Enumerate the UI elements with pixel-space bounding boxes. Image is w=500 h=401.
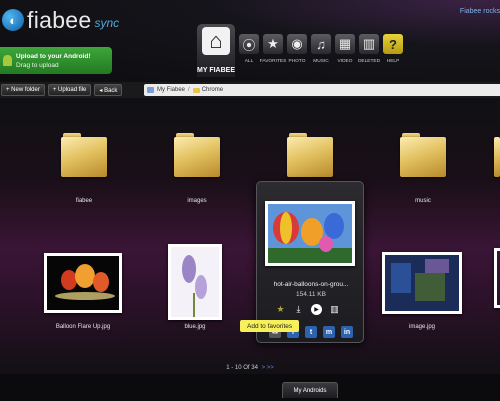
nav-home-button[interactable]: ⌂ MY FIABEE (197, 24, 235, 77)
file-actions: ★ ⤓ ▶ ▥ (275, 304, 347, 315)
folder-images[interactable] (174, 133, 220, 177)
file-thumb-hot-air-balloons[interactable] (265, 201, 355, 266)
lavender-image (171, 247, 219, 317)
nav-item-label: MUSIC (313, 59, 329, 64)
my-androids-tab[interactable]: My Androids (282, 382, 338, 398)
folder-icon (494, 137, 500, 177)
file-thumb-blue[interactable] (168, 244, 222, 320)
nav-item-photo[interactable]: ◉ PHOTO (286, 24, 308, 64)
file-size: 154.11 KB (296, 291, 326, 298)
header: ◐ fiabee sync Fiabee rocks Upload to you… (0, 0, 500, 82)
file-label: image.jpg (408, 324, 435, 330)
upload-subtitle: Drag to upload (16, 61, 59, 69)
linkedin-share-icon[interactable]: in (341, 326, 353, 338)
upload-file-button[interactable]: + Upload file (47, 84, 92, 96)
toolbar: + New folder + Upload file ◂ Back My Fia… (0, 82, 500, 98)
nav-item-label: PHOTO (288, 59, 306, 64)
file-name: hot-air-balloons-on-grou... (273, 281, 349, 288)
nav-item-video[interactable]: ▦ VIDEO (334, 24, 356, 64)
folder-icon (287, 137, 333, 177)
folder-item-partial[interactable] (494, 133, 500, 177)
fiabee-logo-icon: ◐ (2, 9, 24, 31)
nav-item-deleted[interactable]: ▥ DELETED (358, 24, 380, 64)
twitter-share-icon[interactable]: t (305, 326, 317, 338)
download-icon[interactable]: ⤓ (293, 304, 304, 315)
star-icon: ★ (263, 34, 283, 54)
file-label: blue.jpg (184, 324, 206, 330)
folder-fiabee[interactable] (61, 133, 107, 177)
folder-icon (61, 137, 107, 177)
nav-item-all[interactable]: ⦿ ALL (238, 24, 260, 64)
folder-label: fiabee (75, 198, 93, 204)
trash-icon: ▥ (359, 34, 379, 54)
folder-label: images (187, 198, 207, 204)
camera-icon: ◉ (287, 34, 307, 54)
folder-item[interactable] (287, 133, 333, 177)
play-icon[interactable]: ▶ (311, 304, 322, 315)
file-preview-popup: hot-air-balloons-on-grou... 154.11 KB ★ … (256, 181, 364, 343)
nav-item-favorites[interactable]: ★ FAVORITES (259, 24, 287, 64)
breadcrumb-root[interactable]: My Fiabee (157, 87, 185, 93)
nav-item-music[interactable]: ♫ MUSIC (310, 24, 332, 64)
footer (0, 374, 500, 401)
back-button[interactable]: ◂ Back (94, 84, 123, 96)
upload-to-android-dropzone[interactable]: Upload to your Android! Drag to upload (0, 47, 112, 74)
nav-item-label: FAVORITES (259, 59, 287, 64)
circle-p-icon: ⦿ (239, 34, 259, 54)
logo-wordmark: fiabee (27, 6, 92, 33)
new-folder-button[interactable]: + New folder (1, 84, 45, 96)
nav-item-label: VIDEO (337, 59, 353, 64)
home-icon: ⌂ (202, 27, 230, 55)
nav-item-label: HELP (386, 59, 400, 64)
folder-music[interactable] (400, 133, 446, 177)
add-to-favorites-tooltip: Add to favorites (240, 320, 300, 332)
favorite-star-icon[interactable]: ★ (275, 304, 286, 315)
main-nav: ⌂ MY FIABEE ⦿ ALL ★ FAVORITES ◉ PHOTO ♫ … (197, 24, 405, 80)
breadcrumb: My Fiabee / Chrome (144, 84, 500, 96)
balloon-flare-image (47, 256, 119, 310)
file-thumb-balloon-flare[interactable] (44, 253, 122, 313)
file-thumb-image[interactable] (382, 252, 462, 314)
nav-item-label: DELETED (357, 59, 381, 64)
top-right-link[interactable]: Fiabee rocks (460, 8, 500, 15)
nav-home-label: MY FIABEE (197, 67, 235, 74)
trash-icon[interactable]: ▥ (329, 304, 340, 315)
android-icon (3, 55, 12, 66)
hot-air-balloons-image (268, 204, 352, 263)
pagination-next[interactable]: > >> (262, 365, 274, 371)
folder-icon (174, 137, 220, 177)
film-icon: ▦ (335, 34, 355, 54)
logo-sync-text: sync (94, 16, 120, 30)
file-grid: fiabee images music Balloon Flare Up.jpg… (0, 98, 500, 374)
music-icon: ♫ (311, 34, 331, 54)
breadcrumb-separator: / (188, 87, 190, 93)
breadcrumb-current: Chrome (201, 87, 224, 93)
folder-label: music (415, 198, 431, 204)
pagination-text: 1 - 10 Of 34 (226, 365, 258, 371)
upload-title: Upload to your Android! (16, 52, 91, 60)
abstract-image (385, 255, 459, 311)
myspace-share-icon[interactable]: m (323, 326, 335, 338)
logo[interactable]: ◐ fiabee sync (2, 6, 119, 34)
nav-item-label: ALL (244, 59, 254, 64)
folder-icon (400, 137, 446, 177)
nav-item-help[interactable]: ? HELP (382, 24, 404, 64)
home-icon (147, 87, 154, 93)
help-icon: ? (383, 34, 403, 54)
folder-icon (192, 87, 200, 93)
file-label: Balloon Flare Up.jpg (55, 324, 111, 330)
pagination: 1 - 10 Of 34 > >> (0, 365, 500, 371)
file-thumb-partial[interactable] (494, 248, 500, 308)
